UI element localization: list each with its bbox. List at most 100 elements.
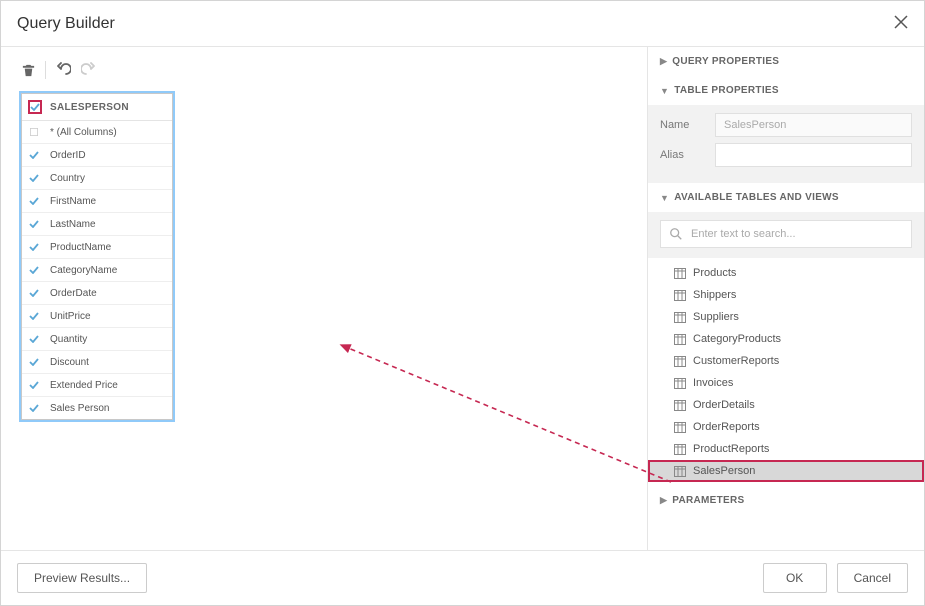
column-label: UnitPrice bbox=[50, 311, 91, 322]
trash-icon bbox=[21, 63, 36, 78]
check-icon bbox=[29, 266, 39, 274]
column-row[interactable]: Sales Person bbox=[22, 397, 172, 419]
column-checkbox[interactable] bbox=[28, 333, 40, 345]
redo-button[interactable] bbox=[80, 61, 98, 79]
table-card-header[interactable]: SALESPERSON bbox=[22, 94, 172, 121]
properties-panel: ▶ QUERY PROPERTIES ▼ TABLE PROPERTIES Na… bbox=[647, 47, 924, 550]
column-checkbox[interactable] bbox=[28, 218, 40, 230]
alias-label: Alias bbox=[660, 149, 715, 161]
available-tables-list: Products ShippersSuppliers CategoryProduct… bbox=[648, 258, 924, 486]
table-icon bbox=[674, 312, 686, 323]
available-table-label: CustomerReports bbox=[693, 355, 779, 367]
search-icon bbox=[669, 227, 683, 241]
available-table-label: OrderDetails bbox=[693, 399, 755, 411]
cancel-button[interactable]: Cancel bbox=[837, 563, 908, 593]
dialog-title: Query Builder bbox=[17, 15, 115, 33]
available-table-item[interactable]: Products bbox=[648, 262, 924, 284]
column-row[interactable]: LastName bbox=[22, 213, 172, 236]
check-icon bbox=[29, 151, 39, 159]
available-tables-header[interactable]: ▼ AVAILABLE TABLES AND VIEWS bbox=[648, 183, 924, 212]
column-row[interactable]: FirstName bbox=[22, 190, 172, 213]
check-icon bbox=[29, 312, 39, 320]
available-table-item[interactable]: Suppliers bbox=[648, 306, 924, 328]
table-select-all-checkbox[interactable] bbox=[28, 100, 42, 114]
table-card-salesperson[interactable]: SALESPERSON * (All Columns) OrderID Countr… bbox=[21, 93, 173, 420]
available-table-item[interactable]: CustomerReports bbox=[648, 350, 924, 372]
column-checkbox[interactable] bbox=[28, 126, 40, 138]
footer: Preview Results... OK Cancel bbox=[1, 550, 924, 605]
design-canvas[interactable]: SALESPERSON * (All Columns) OrderID Countr… bbox=[1, 47, 647, 550]
preview-results-button[interactable]: Preview Results... bbox=[17, 563, 147, 593]
table-icon bbox=[674, 400, 686, 411]
unchecked-box-icon bbox=[29, 128, 39, 136]
column-row[interactable]: Discount bbox=[22, 351, 172, 374]
caret-right-icon: ▶ bbox=[660, 56, 667, 67]
query-properties-header[interactable]: ▶ QUERY PROPERTIES bbox=[648, 47, 924, 76]
table-card-title: SALESPERSON bbox=[50, 102, 129, 113]
table-properties-body: Name Alias bbox=[648, 105, 924, 183]
caret-down-icon: ▼ bbox=[660, 86, 669, 96]
ok-button[interactable]: OK bbox=[763, 563, 827, 593]
column-row[interactable]: Extended Price bbox=[22, 374, 172, 397]
column-checkbox[interactable] bbox=[28, 310, 40, 322]
column-row[interactable]: UnitPrice bbox=[22, 305, 172, 328]
available-table-label: Products bbox=[693, 267, 736, 279]
table-icon bbox=[674, 444, 686, 455]
table-properties-header[interactable]: ▼ TABLE PROPERTIES bbox=[648, 76, 924, 105]
column-checkbox[interactable] bbox=[28, 402, 40, 414]
canvas-toolbar bbox=[11, 57, 637, 89]
table-icon bbox=[674, 378, 686, 389]
column-checkbox[interactable] bbox=[28, 356, 40, 368]
column-row[interactable]: ProductName bbox=[22, 236, 172, 259]
table-icon bbox=[674, 268, 686, 279]
available-table-label: CategoryProducts bbox=[693, 333, 781, 345]
check-icon bbox=[29, 220, 39, 228]
column-checkbox[interactable] bbox=[28, 379, 40, 391]
parameters-header[interactable]: ▶ PARAMETERS bbox=[648, 486, 924, 515]
search-container bbox=[648, 212, 924, 258]
available-table-item[interactable]: ProductReports bbox=[648, 438, 924, 460]
column-checkbox[interactable] bbox=[28, 287, 40, 299]
column-row[interactable]: Country bbox=[22, 167, 172, 190]
column-row[interactable]: * (All Columns) bbox=[22, 121, 172, 144]
column-checkbox[interactable] bbox=[28, 195, 40, 207]
table-alias-input[interactable] bbox=[715, 143, 912, 167]
search-input[interactable] bbox=[691, 228, 903, 240]
table-name-input[interactable] bbox=[715, 113, 912, 137]
column-label: OrderDate bbox=[50, 288, 97, 299]
column-row[interactable]: Quantity bbox=[22, 328, 172, 351]
column-label: ProductName bbox=[50, 242, 111, 253]
available-table-item[interactable]: SalesPerson bbox=[648, 460, 924, 482]
check-icon bbox=[30, 103, 40, 111]
column-row[interactable]: OrderID bbox=[22, 144, 172, 167]
check-icon bbox=[29, 404, 39, 412]
column-row[interactable]: CategoryName bbox=[22, 259, 172, 282]
column-checkbox[interactable] bbox=[28, 149, 40, 161]
delete-button[interactable] bbox=[19, 61, 37, 79]
column-label: Sales Person bbox=[50, 403, 109, 414]
table-columns-list: * (All Columns) OrderID Country FirstName La… bbox=[22, 121, 172, 419]
caret-right-icon: ▶ bbox=[660, 495, 667, 506]
available-table-item[interactable]: OrderDetails bbox=[648, 394, 924, 416]
column-label: CategoryName bbox=[50, 265, 117, 276]
column-label: Discount bbox=[50, 357, 89, 368]
column-label: OrderID bbox=[50, 150, 86, 161]
available-table-item[interactable]: CategoryProducts bbox=[648, 328, 924, 350]
available-table-item[interactable]: Shippers bbox=[648, 284, 924, 306]
table-icon bbox=[674, 290, 686, 301]
available-table-item[interactable]: OrderReports bbox=[648, 416, 924, 438]
search-box[interactable] bbox=[660, 220, 912, 248]
available-table-item[interactable]: Invoices bbox=[648, 372, 924, 394]
check-icon bbox=[29, 335, 39, 343]
column-checkbox[interactable] bbox=[28, 241, 40, 253]
column-label: Country bbox=[50, 173, 85, 184]
available-table-label: OrderReports bbox=[693, 421, 760, 433]
column-checkbox[interactable] bbox=[28, 172, 40, 184]
close-icon bbox=[894, 15, 908, 29]
column-row[interactable]: OrderDate bbox=[22, 282, 172, 305]
column-label: LastName bbox=[50, 219, 96, 230]
column-checkbox[interactable] bbox=[28, 264, 40, 276]
check-icon bbox=[29, 197, 39, 205]
undo-button[interactable] bbox=[54, 61, 72, 79]
close-button[interactable] bbox=[894, 13, 908, 34]
